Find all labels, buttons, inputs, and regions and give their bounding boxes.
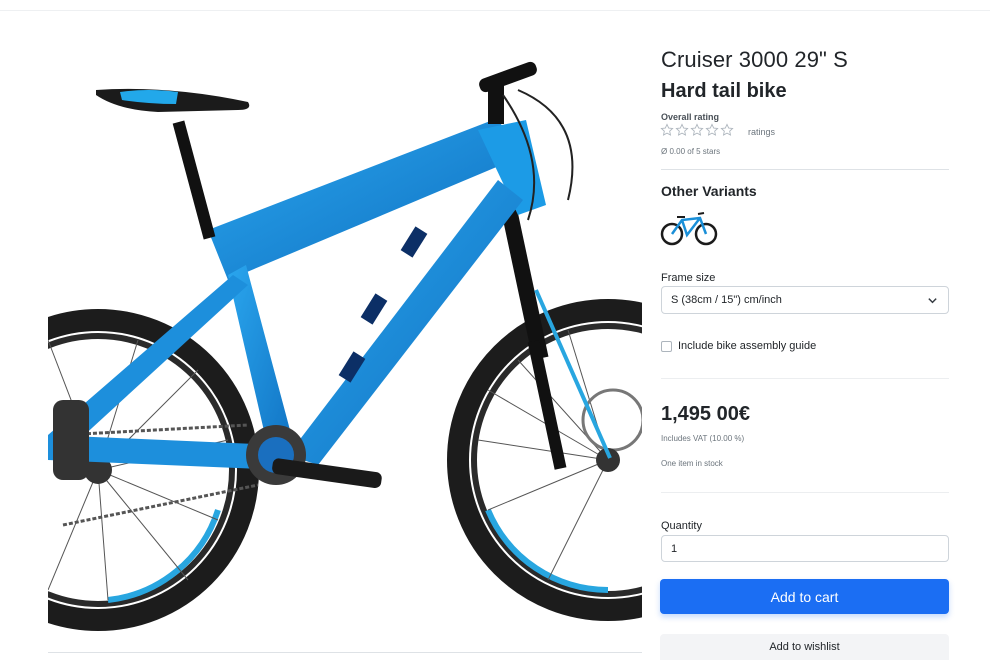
ratings-count-label[interactable]: ratings — [748, 127, 775, 137]
assembly-guide-label: Include bike assembly guide — [678, 340, 817, 352]
rating-average: Ø 0.00 of 5 stars — [661, 147, 721, 156]
product-title: Cruiser 3000 29" S — [661, 47, 848, 72]
product-price: 1,495 00€ — [661, 403, 750, 425]
product-image — [48, 40, 642, 632]
divider — [661, 378, 949, 379]
frame-size-value: S (38cm / 15") cm/inch — [671, 294, 782, 306]
add-to-cart-button[interactable]: Add to cart — [660, 579, 949, 614]
star-icon — [660, 123, 674, 136]
bike-thumbnail-icon — [660, 212, 718, 246]
frame-size-select[interactable]: S (38cm / 15") cm/inch — [661, 286, 949, 314]
vat-info: Includes VAT (10.00 %) — [661, 434, 745, 443]
star-icon — [675, 123, 689, 136]
rating-title: Overall rating — [661, 112, 720, 122]
saddle — [96, 88, 250, 240]
variant-thumbnail[interactable] — [660, 208, 718, 246]
chevron-down-icon — [928, 298, 937, 304]
rating-stars — [660, 123, 734, 137]
quantity-input[interactable] — [661, 535, 949, 562]
product-subtitle: Hard tail bike — [661, 80, 787, 102]
assembly-guide-checkbox[interactable] — [661, 340, 672, 352]
assembly-guide-option[interactable]: Include bike assembly guide — [661, 340, 816, 352]
star-icon — [705, 123, 719, 136]
frame-size-label: Frame size — [661, 272, 716, 284]
star-icon — [690, 123, 704, 136]
variants-title: Other Variants — [661, 183, 757, 199]
divider — [661, 492, 949, 493]
divider — [661, 169, 949, 170]
star-icon — [720, 123, 734, 136]
image-divider — [48, 652, 642, 653]
header-divider — [0, 10, 990, 11]
front-wheel — [447, 299, 642, 621]
stock-info: One item in stock — [661, 459, 723, 468]
add-to-wishlist-button[interactable]: Add to wishlist — [660, 634, 949, 660]
quantity-label: Quantity — [661, 520, 702, 532]
